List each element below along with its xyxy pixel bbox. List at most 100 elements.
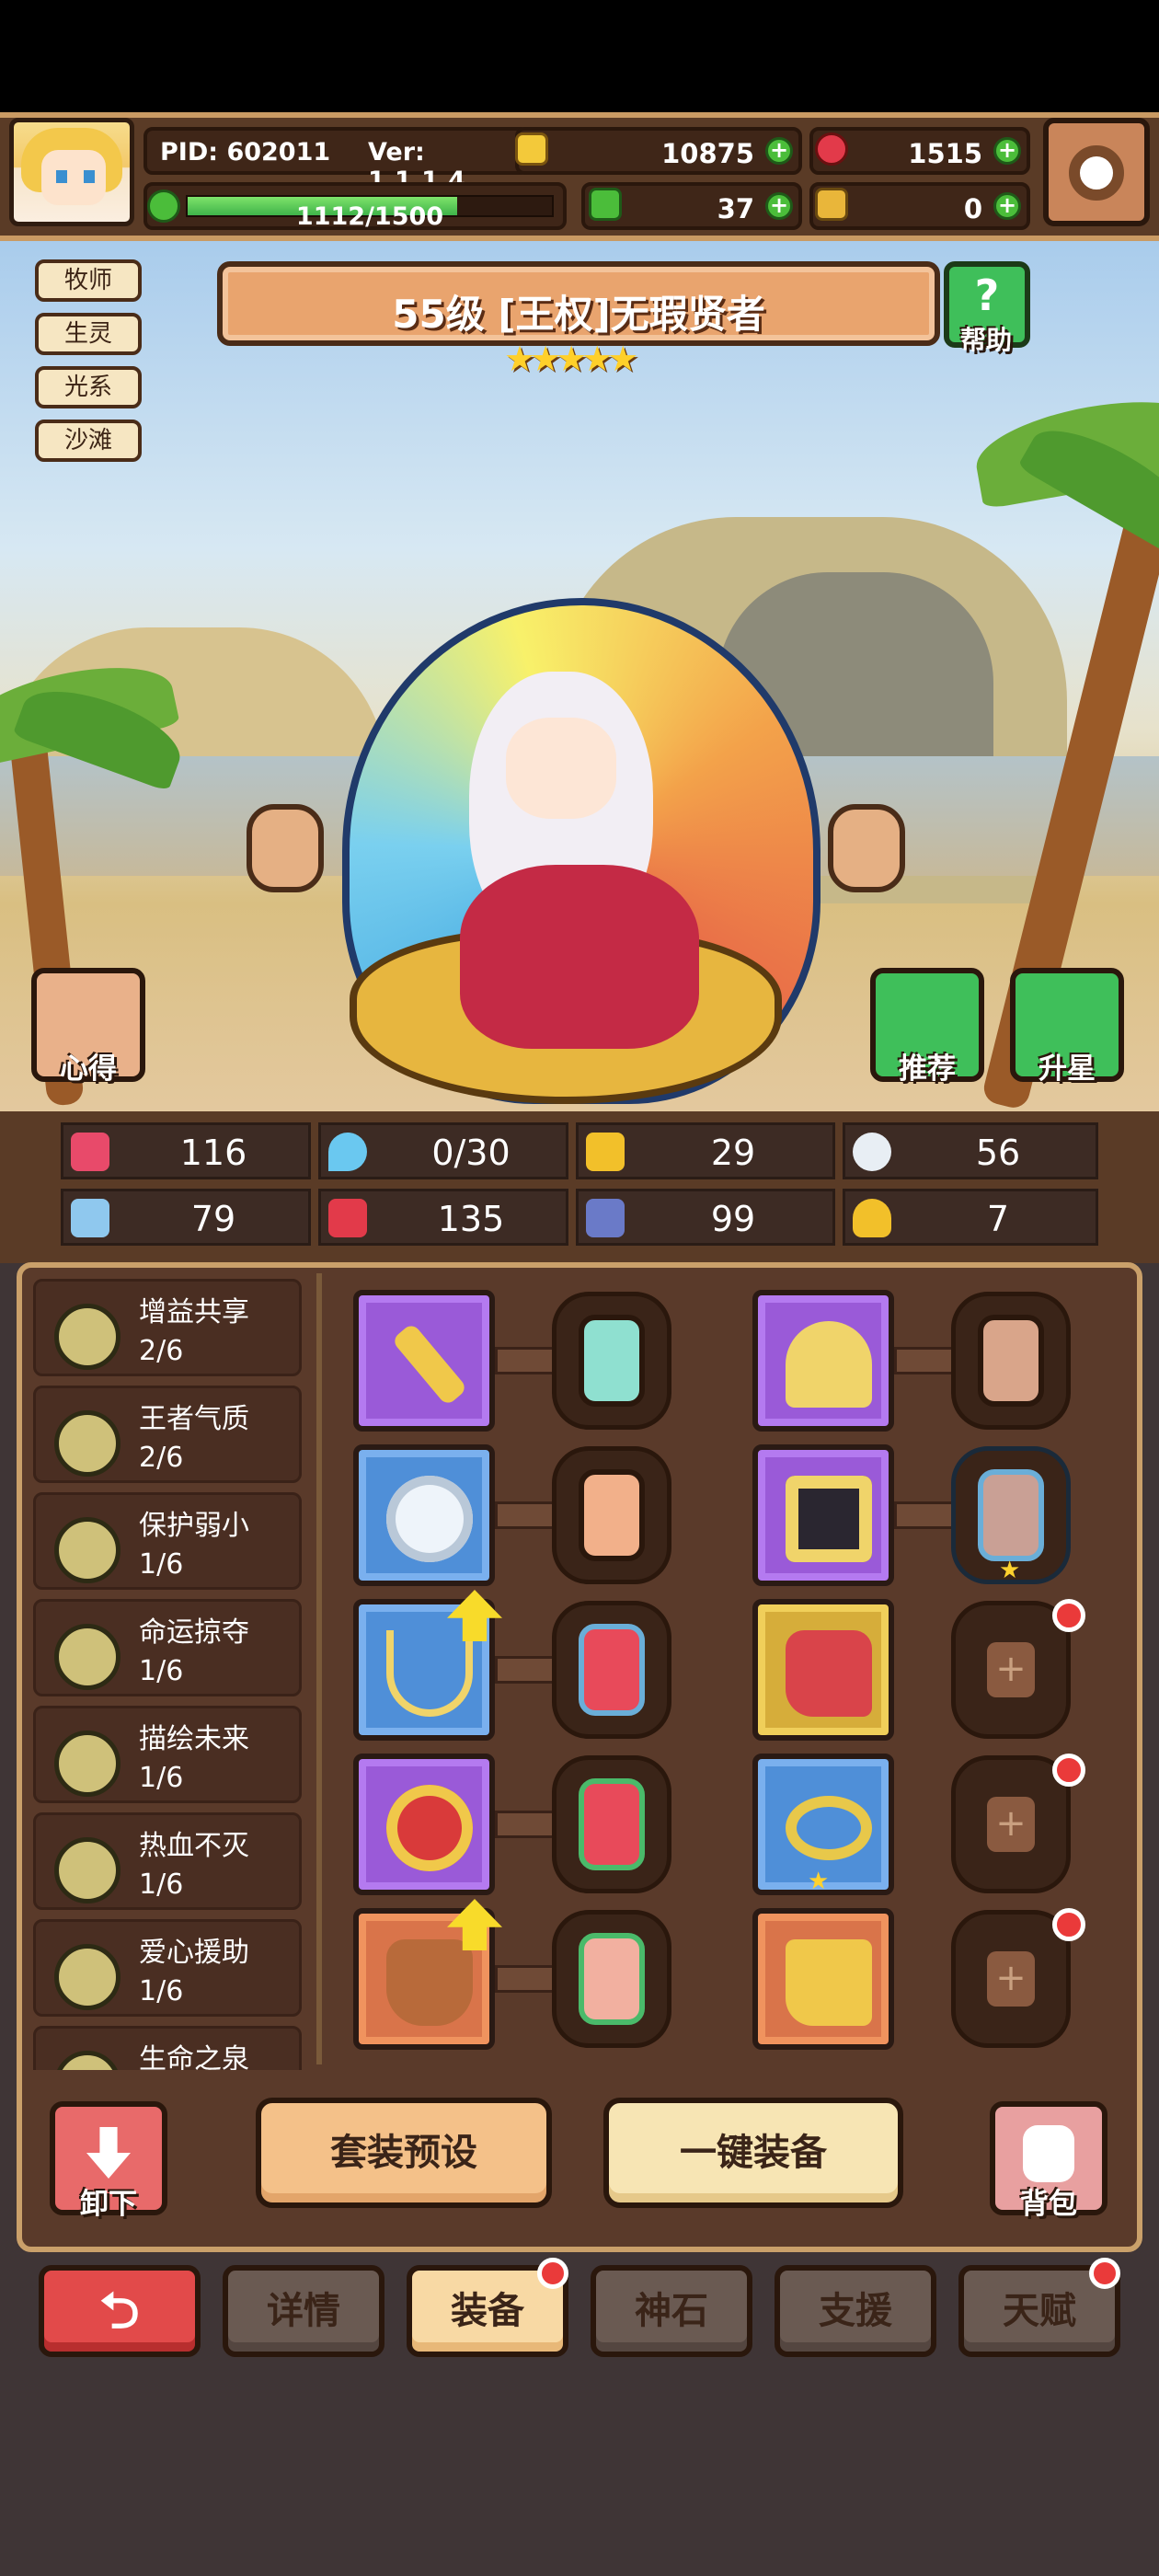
set-emblem-icon <box>54 2051 120 2070</box>
rune-slot[interactable] <box>951 1292 1071 1430</box>
set-emblem-icon <box>54 1517 120 1583</box>
ring-icon <box>786 1796 872 1860</box>
hero-tag-class: 牧师 <box>35 259 142 302</box>
slot-connector <box>495 1811 559 1838</box>
rune-slot[interactable] <box>552 1755 671 1893</box>
slot-connector <box>495 1656 559 1684</box>
notification-dot <box>1052 1754 1085 1787</box>
weapon-slot[interactable] <box>353 1290 495 1432</box>
scepter-icon <box>391 1322 468 1407</box>
recommend-label: 推荐 <box>899 1052 956 1086</box>
question-icon: ? <box>974 270 1000 320</box>
set-emblem-icon <box>54 1410 120 1477</box>
shield-icon <box>586 1133 625 1171</box>
clover-counter: 37 + <box>581 182 802 230</box>
next-hero-arrow-icon[interactable] <box>828 804 905 892</box>
set-bonus-item[interactable]: 描绘未来 1/6 <box>33 1706 302 1803</box>
hero-star-rating: ★★★★★ <box>504 339 638 379</box>
slot-connector <box>894 1501 958 1529</box>
return-arrow-icon: ⮌ <box>99 2282 140 2340</box>
gold-coin-icon <box>515 132 548 166</box>
player-avatar[interactable] <box>9 118 134 226</box>
rune-star-icon: ★ <box>999 1557 1021 1584</box>
ruby-counter: 1515 + <box>809 127 1030 175</box>
help-label: 帮助 <box>959 325 1012 355</box>
heart-icon <box>71 1133 109 1171</box>
set-emblem-icon <box>54 1624 120 1690</box>
clover-icon <box>589 188 622 221</box>
medallion-icon <box>386 1785 473 1871</box>
boots-slot[interactable] <box>752 1908 894 2050</box>
tab-support[interactable]: 支援 <box>775 2265 936 2357</box>
stat-magic: 135 <box>318 1189 568 1246</box>
notification-dot <box>1052 1908 1085 1941</box>
player-id: PID: 602011 <box>160 138 331 167</box>
panel-divider <box>316 1273 322 2064</box>
slot-connector <box>495 1501 559 1529</box>
set-emblem-icon <box>54 1731 120 1797</box>
pouch-icon <box>386 1939 473 2026</box>
stat-speed: 99 <box>576 1189 835 1246</box>
settings-gear-icon[interactable] <box>1043 118 1150 226</box>
notification-dot <box>1089 2258 1120 2289</box>
tab-god-stone[interactable]: 神石 <box>591 2265 752 2357</box>
notification-dot <box>1052 1599 1085 1632</box>
helmet-slot[interactable] <box>752 1290 894 1432</box>
rune-slot[interactable] <box>552 1446 671 1584</box>
hero-tag-terrain: 沙滩 <box>35 420 142 462</box>
backpack-icon <box>1023 2125 1074 2182</box>
status-bar <box>0 0 1159 112</box>
stat-magic-defense: 56 <box>843 1122 1098 1179</box>
add-gold-button[interactable]: + <box>765 137 793 165</box>
back-button[interactable]: ⮌ <box>39 2265 201 2357</box>
insight-label: 心得 <box>60 1052 117 1086</box>
ring-star-icon: ★ <box>808 1868 830 1895</box>
slot-connector <box>894 1347 958 1374</box>
set-bonus-item[interactable]: 保护弱小 1/6 <box>33 1492 302 1590</box>
rune-slot[interactable] <box>552 1292 671 1430</box>
stat-attack: 79 <box>61 1189 311 1246</box>
fist-icon <box>71 1199 109 1237</box>
add-rune-plus-icon: + <box>987 1951 1035 2007</box>
set-emblem-icon <box>54 1304 120 1370</box>
hero-tag-race: 生灵 <box>35 313 142 355</box>
boot-icon <box>586 1199 625 1237</box>
rune-slot[interactable] <box>552 1910 671 2048</box>
hero-sprite[interactable] <box>432 653 708 1049</box>
slot-connector <box>495 1965 559 1993</box>
ruby-gem-icon <box>815 132 848 166</box>
slot-connector <box>495 1347 559 1374</box>
set-emblem-icon <box>54 1944 120 2010</box>
armor-icon <box>786 1476 872 1562</box>
add-clover-button[interactable]: + <box>765 192 793 220</box>
boots-icon <box>786 1939 872 2026</box>
add-ruby-button[interactable]: + <box>993 137 1021 165</box>
exp-text: 1112/1500 <box>295 202 444 231</box>
set-bonus-item[interactable]: 爱心援助 1/6 <box>33 1919 302 2017</box>
emblem-slot[interactable] <box>353 1754 495 1895</box>
clover-exp-icon <box>147 190 180 223</box>
stat-hp: 116 <box>61 1122 311 1179</box>
rune-slot[interactable] <box>552 1601 671 1739</box>
add-key-button[interactable]: + <box>993 192 1021 220</box>
set-bonus-item[interactable]: 生命之泉 <box>33 2026 302 2070</box>
hero-tag-element: 光系 <box>35 366 142 408</box>
set-bonus-item[interactable]: 热血不灭 1/6 <box>33 1812 302 1910</box>
star-up-label: 升星 <box>1039 1052 1096 1086</box>
water-drop-icon <box>328 1133 367 1171</box>
spellbook-icon <box>328 1199 367 1237</box>
key-counter: 0 + <box>809 182 1030 230</box>
unequip-label: 卸下 <box>80 2188 137 2221</box>
horseshoe-icon <box>853 1199 891 1237</box>
armor-slot[interactable] <box>752 1444 894 1586</box>
previous-hero-arrow-icon[interactable] <box>247 804 324 892</box>
set-bonus-item[interactable]: 王者气质 2/6 <box>33 1386 302 1483</box>
gloves-slot[interactable] <box>752 1599 894 1741</box>
set-bonus-item[interactable]: 命运掠夺 1/6 <box>33 1599 302 1696</box>
offhand-slot[interactable] <box>353 1444 495 1586</box>
auto-equip-button[interactable]: 一键装备 <box>603 2098 903 2208</box>
set-preset-button[interactable]: 套装预设 <box>256 2098 552 2208</box>
set-bonus-item[interactable]: 增益共享 2/6 <box>33 1279 302 1376</box>
set-bonus-list[interactable]: 增益共享 2/6 王者气质 2/6 保护弱小 1/6 命运掠夺 1/6 描绘未来 1/6 … <box>33 1273 302 2070</box>
tab-details[interactable]: 详情 <box>223 2265 384 2357</box>
